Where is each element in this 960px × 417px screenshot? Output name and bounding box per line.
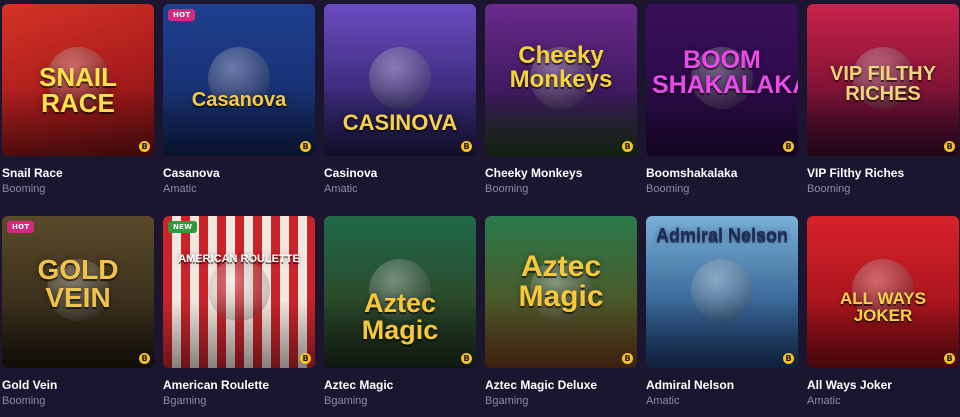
game-title[interactable]: Gold Vein [2, 378, 154, 392]
bitcoin-icon: B [461, 353, 472, 364]
game-card[interactable]: ALL WAYS JOKER B All Ways Joker Amatic [807, 216, 959, 414]
game-title[interactable]: Admiral Nelson [646, 378, 798, 392]
game-title[interactable]: Aztec Magic Deluxe [485, 378, 637, 392]
bitcoin-icon: B [300, 353, 311, 364]
game-provider: Booming [2, 183, 46, 195]
bitcoin-icon: B [139, 141, 150, 152]
game-card[interactable]: AMERICAN ROULETTE NEW B American Roulette Bg… [163, 216, 315, 414]
game-card[interactable]: CASINOVA B Casinova Amatic [324, 4, 476, 202]
game-thumbnail[interactable]: Cheeky Monkeys B [485, 4, 637, 156]
game-title[interactable]: VIP Filthy Riches [807, 166, 959, 180]
bitcoin-icon: B [944, 353, 955, 364]
game-provider: Amatic [324, 183, 358, 195]
game-provider: Amatic [646, 395, 680, 407]
artwork-title: GOLD VEIN [37, 254, 119, 313]
game-card[interactable]: VIP FILTHY RICHES B VIP Filthy Riches Boomi… [807, 4, 959, 202]
game-card[interactable]: GOLD VEIN HOT B Gold Vein Booming [2, 216, 154, 414]
game-thumbnail[interactable]: AMERICAN ROULETTE NEW B [163, 216, 315, 368]
artwork-title: AMERICAN ROULETTE [178, 253, 300, 265]
game-card[interactable]: Casanova HOT B Casanova Amatic [163, 4, 315, 202]
game-thumbnail[interactable]: BOOM SHAKALAKA B [646, 4, 798, 156]
game-title[interactable]: Snail Race [2, 166, 154, 180]
artwork-title: Casanova [191, 89, 287, 111]
status-badge: NEW [168, 221, 198, 233]
game-title[interactable]: Aztec Magic [324, 378, 476, 392]
roulette-icon [163, 216, 315, 368]
game-thumbnail[interactable]: GOLD VEIN HOT B [2, 216, 154, 368]
game-card[interactable]: SNAIL RACE B Snail Race Booming [2, 4, 154, 202]
game-thumbnail[interactable]: Aztec Magic B [324, 216, 476, 368]
game-thumbnail[interactable]: CASINOVA B [324, 4, 476, 156]
game-card[interactable]: BOOM SHAKALAKA B Boomshakalaka Booming [646, 4, 798, 202]
game-card[interactable]: Cheeky Monkeys B Cheeky Monkeys Booming [485, 4, 637, 202]
game-thumbnail[interactable]: VIP FILTHY RICHES B [807, 4, 959, 156]
artwork-title: Aztec Magic [518, 250, 604, 313]
bitcoin-icon: B [783, 141, 794, 152]
status-badge: HOT [7, 221, 35, 233]
game-title[interactable]: Cheeky Monkeys [485, 166, 637, 180]
game-title[interactable]: Casinova [324, 166, 476, 180]
game-thumbnail[interactable]: Admiral Nelson B [646, 216, 798, 368]
game-provider: Booming [646, 183, 690, 195]
bitcoin-icon: B [783, 353, 794, 364]
artwork-title: ALL WAYS JOKER [840, 289, 926, 325]
game-provider: Booming [807, 183, 851, 195]
artwork-title: SNAIL RACE [39, 62, 117, 118]
artwork-title: BOOM SHAKALAKA [652, 46, 798, 99]
game-card[interactable]: Aztec Magic B Aztec Magic Deluxe Bgaming [485, 216, 637, 414]
bitcoin-icon: B [944, 141, 955, 152]
status-badge: HOT [168, 9, 196, 21]
game-provider: Amatic [807, 395, 841, 407]
game-provider: Booming [2, 395, 46, 407]
bitcoin-icon: B [461, 141, 472, 152]
game-title[interactable]: Casanova [163, 166, 315, 180]
game-card[interactable]: Aztec Magic B Aztec Magic Bgaming [324, 216, 476, 414]
artwork-title: CASINOVA [342, 110, 458, 135]
game-provider: Bgaming [163, 395, 207, 407]
game-thumbnail[interactable]: ALL WAYS JOKER B [807, 216, 959, 368]
game-provider: Bgaming [324, 395, 368, 407]
game-thumbnail[interactable]: SNAIL RACE B [2, 4, 154, 156]
bitcoin-icon: B [300, 141, 311, 152]
artwork-title: Cheeky Monkeys [509, 42, 613, 93]
game-thumbnail[interactable]: Aztec Magic B [485, 216, 637, 368]
bitcoin-icon: B [622, 141, 633, 152]
portrait-icon [163, 4, 315, 156]
bitcoin-icon: B [139, 353, 150, 364]
artwork-title: Aztec Magic [361, 288, 439, 345]
games-grid: SNAIL RACE B Snail Race Booming Casanova HOT B… [2, 4, 959, 414]
game-card[interactable]: Admiral Nelson B Admiral Nelson Amatic [646, 216, 798, 414]
game-title[interactable]: American Roulette [163, 378, 315, 392]
game-provider: Bgaming [485, 395, 529, 407]
artwork-title: Admiral Nelson [655, 225, 789, 245]
bitcoin-icon: B [622, 353, 633, 364]
game-thumbnail[interactable]: Casanova HOT B [163, 4, 315, 156]
game-provider: Booming [485, 183, 529, 195]
artwork-title: VIP FILTHY RICHES [830, 63, 936, 105]
game-title[interactable]: Boomshakalaka [646, 166, 798, 180]
game-title[interactable]: All Ways Joker [807, 378, 959, 392]
game-provider: Amatic [163, 183, 197, 195]
